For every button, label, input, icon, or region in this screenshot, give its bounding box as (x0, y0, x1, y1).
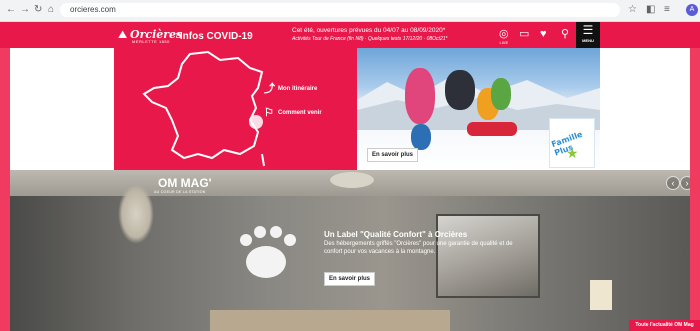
hamburger-icon: ☰ (582, 23, 594, 37)
mag-article-heading: Un Label "Qualité Confort" à Orcières (324, 230, 468, 239)
right-margin-area (600, 48, 690, 170)
itinerary-label: Mon itinéraire (278, 86, 318, 92)
site-logo[interactable]: ⛰ Orcières MERLETTE 1850 (118, 27, 182, 45)
map-panel: ⤴ Mon itinéraire ⚐ Comment venir (114, 48, 357, 170)
france-map-icon[interactable] (138, 50, 278, 168)
left-frame (0, 48, 10, 331)
profile-avatar[interactable]: A (686, 4, 698, 16)
opening-notice[interactable]: Cet été, ouvertures prévues du 04/07 au … (292, 27, 445, 34)
back-icon[interactable]: ← (6, 4, 16, 16)
child-skier-image (405, 68, 435, 124)
browser-toolbar: ← → ↻ ⌂ orcieres.com ☆ ◧ ≡ A (0, 0, 700, 22)
logo-subtitle: MERLETTE 1850 (132, 39, 170, 44)
how-to-come-link[interactable]: ⚐ Comment venir (264, 108, 322, 119)
covid-info-link[interactable]: *Infos COVID-19 (176, 31, 253, 42)
deer-trophy-image (118, 184, 154, 244)
how-to-come-label: Comment venir (278, 110, 322, 116)
url-text: orcieres.com (70, 5, 116, 14)
right-frame (690, 48, 700, 331)
next-arrow-icon[interactable]: › (680, 176, 690, 190)
om-mag-subtitle: AU COEUR DE LA STATION (154, 190, 206, 194)
forward-icon[interactable]: → (20, 4, 30, 16)
bed-image (210, 310, 450, 331)
forfaits-icon[interactable]: ▭ (519, 28, 529, 40)
left-margin-area (10, 48, 114, 170)
favorites-icon[interactable]: ♥ (540, 28, 547, 40)
mag-article-description: Des hébergements griffés "Orcières" pour… (324, 241, 513, 255)
famille-plus-badge[interactable]: Famille Plus ★ (549, 118, 595, 168)
lamp-image (590, 280, 612, 310)
menu-label: MENU (582, 38, 594, 43)
menu-button[interactable]: ☰ MENU (576, 22, 600, 48)
address-bar[interactable]: orcieres.com (60, 3, 620, 17)
live-icon[interactable]: ◎ LIVE (499, 28, 509, 45)
om-mag-section: OM MAG' AU COEUR DE LA STATION Un Label … (10, 170, 690, 331)
bookmark-star-icon[interactable]: ☆ (628, 4, 637, 16)
om-mag-title[interactable]: OM MAG' (158, 176, 212, 190)
opening-notice-detail: Activités Tour de France (fin N8) · Quel… (292, 36, 448, 42)
reading-list-icon[interactable]: ≡ (664, 4, 670, 16)
photo-more-button[interactable]: En savoir plus (367, 148, 419, 162)
cart-icon[interactable]: ⚲ (561, 28, 569, 40)
all-news-link[interactable]: Toute l'actualité OM Mag (629, 320, 700, 331)
signpost-icon: ⚐ (264, 107, 274, 119)
prev-arrow-icon[interactable]: ‹ (666, 176, 680, 190)
bear-paw-icon (240, 226, 296, 278)
wall-painting-image (436, 214, 540, 298)
route-icon: ⤴ (264, 83, 275, 95)
live-label: LIVE (499, 40, 509, 45)
ceiling-lamp-image (330, 172, 374, 188)
home-icon[interactable]: ⌂ (48, 4, 54, 16)
orcieres-location-marker (249, 115, 263, 129)
child-pants-image (411, 124, 431, 150)
family-photo-panel: En savoir plus Famille Plus ★ (357, 48, 600, 170)
reload-icon[interactable]: ↻ (34, 4, 42, 16)
sled-image (467, 122, 517, 136)
adult-image (445, 70, 475, 110)
child-green-image (491, 78, 511, 110)
star-icon: ★ (566, 145, 579, 161)
mountain-logo-icon: ⛰ (118, 29, 128, 41)
itinerary-link[interactable]: ⤴ Mon itinéraire (264, 84, 318, 95)
extensions-icon[interactable]: ◧ (646, 4, 655, 16)
mag-more-button[interactable]: En savoir plus (324, 272, 376, 286)
